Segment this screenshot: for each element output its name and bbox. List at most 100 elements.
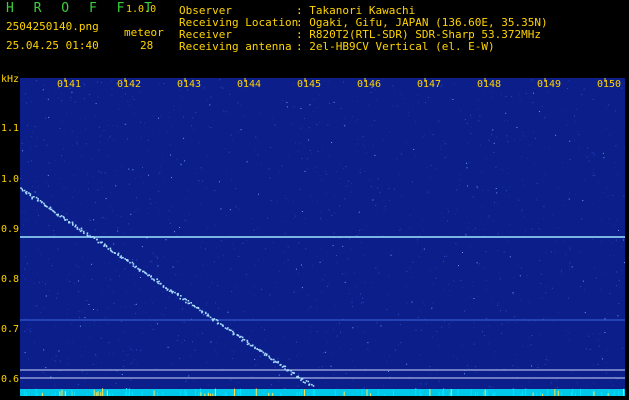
noise-speck: [389, 200, 391, 202]
noise-speck: [466, 365, 468, 366]
doppler-trace-point: [297, 375, 300, 378]
noise-speck: [232, 328, 234, 330]
noise-speck: [101, 217, 103, 219]
noise-speck: [242, 242, 244, 244]
noise-speck: [520, 156, 522, 158]
noise-speck: [181, 342, 183, 344]
noise-speck: [512, 292, 514, 294]
noise-speck: [400, 228, 402, 230]
noise-speck: [443, 260, 444, 262]
noise-speck: [592, 98, 594, 100]
noise-speck: [488, 343, 490, 345]
noise-speck: [271, 309, 273, 311]
noise-speck: [76, 235, 77, 237]
time-tick-0142: 0142: [117, 79, 142, 90]
noise-speck: [178, 108, 180, 110]
noise-speck: [195, 112, 197, 114]
noise-speck: [359, 229, 361, 231]
noise-speck: [188, 375, 190, 377]
doppler-trace-point: [205, 312, 207, 315]
noise-speck: [66, 313, 68, 315]
doppler-trace-point: [224, 327, 227, 329]
noise-speck: [339, 348, 341, 350]
noise-spike: [419, 390, 421, 396]
noise-speck: [238, 131, 239, 133]
noise-speck: [423, 248, 425, 250]
noise-speck: [617, 315, 619, 317]
noise-spike: [162, 391, 164, 396]
noise-speck: [561, 270, 562, 272]
noise-speck: [310, 330, 312, 332]
doppler-trace-point: [83, 232, 85, 235]
noise-speck: [134, 284, 136, 286]
noise-speck: [333, 374, 335, 376]
noise-speck: [46, 144, 48, 146]
noise-speck: [438, 120, 440, 122]
noise-speck: [432, 283, 434, 284]
noise-speck: [205, 248, 206, 250]
noise-speck: [476, 372, 478, 373]
noise-speck: [519, 94, 521, 96]
doppler-trace-point: [113, 252, 116, 254]
noise-speck: [297, 385, 299, 387]
doppler-trace-point: [212, 319, 214, 322]
noise-speck: [367, 104, 369, 106]
noise-speck: [48, 258, 50, 260]
noise-speck: [27, 161, 29, 163]
noise-speck: [132, 350, 134, 352]
noise-speck: [374, 154, 376, 156]
noise-speck: [140, 136, 142, 138]
noise-spike: [59, 391, 61, 396]
doppler-trace-point: [305, 380, 308, 382]
noise-spike: [492, 392, 494, 396]
noise-speck: [257, 154, 259, 156]
noise-speck: [416, 242, 418, 244]
noise-speck: [464, 373, 465, 375]
noise-speck: [315, 299, 317, 301]
noise-speck: [129, 183, 130, 185]
noise-speck: [180, 164, 182, 166]
time-tick-0146: 0146: [357, 79, 382, 90]
noise-speck: [207, 126, 209, 127]
noise-speck: [438, 345, 440, 347]
noise-speck: [477, 108, 479, 110]
noise-speck: [104, 317, 106, 319]
noise-speck: [310, 306, 312, 308]
noise-speck: [182, 116, 184, 118]
axis-unit: kHz: [1, 74, 20, 85]
noise-speck: [477, 187, 479, 189]
noise-speck: [419, 354, 421, 356]
noise-speck: [608, 104, 610, 106]
noise-speck: [76, 142, 78, 144]
noise-spike: [37, 393, 39, 396]
noise-speck: [569, 268, 571, 270]
noise-speck: [27, 199, 29, 201]
noise-speck: [136, 364, 138, 366]
noise-speck: [340, 331, 341, 333]
noise-spike: [97, 391, 99, 396]
noise-spike: [540, 392, 541, 396]
noise-speck: [377, 178, 379, 180]
noise-speck: [321, 148, 323, 150]
noise-speck: [419, 310, 421, 312]
noise-speck: [179, 227, 181, 228]
noise-speck: [93, 324, 95, 326]
noise-speck: [127, 138, 128, 140]
noise-speck: [55, 92, 57, 94]
noise-speck: [570, 246, 572, 248]
noise-speck: [36, 271, 38, 273]
noise-speck: [548, 146, 550, 148]
noise-speck: [303, 117, 305, 119]
noise-speck: [524, 239, 526, 241]
noise-speck: [623, 239, 625, 241]
noise-speck: [609, 292, 611, 294]
noise-speck: [579, 250, 581, 252]
noise-speck: [110, 192, 111, 194]
noise-speck: [598, 345, 600, 347]
noise-speck: [83, 83, 85, 85]
noise-spike: [484, 389, 486, 396]
noise-speck: [569, 248, 571, 250]
noise-speck: [336, 262, 338, 264]
noise-speck: [81, 155, 83, 157]
noise-speck: [317, 201, 318, 203]
